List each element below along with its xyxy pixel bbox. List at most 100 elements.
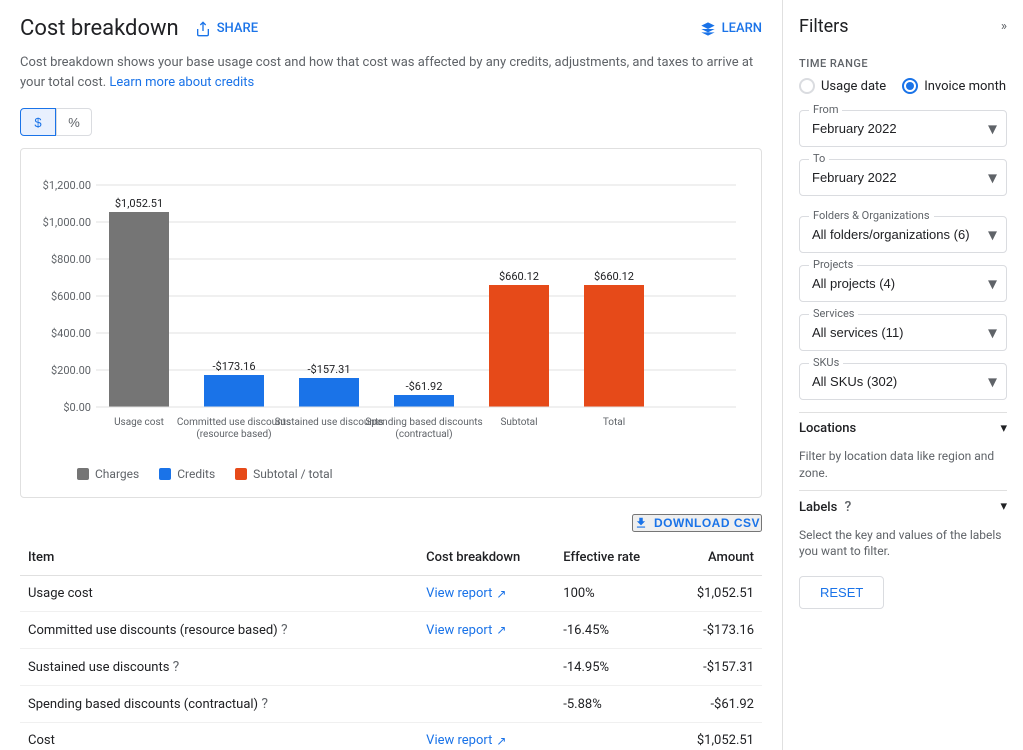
row-cost-breakdown: View report ↗ xyxy=(418,576,555,612)
svg-text:$660.12: $660.12 xyxy=(499,270,539,283)
page-title: Cost breakdown xyxy=(20,16,179,41)
reset-button[interactable]: RESET xyxy=(799,576,884,609)
svg-text:$400.00: $400.00 xyxy=(51,327,91,340)
svg-text:Subtotal: Subtotal xyxy=(500,417,537,428)
row-cost-breakdown: View report ↗ xyxy=(418,723,555,750)
bar-total xyxy=(584,285,644,407)
from-label: From xyxy=(809,103,842,116)
row-effective-rate: 100% xyxy=(555,576,671,612)
labels-section[interactable]: Labels ? ▾ xyxy=(799,490,1007,523)
learn-more-link[interactable]: Learn more about credits xyxy=(109,75,254,90)
locations-description: Filter by location data like region and … xyxy=(799,448,1007,482)
legend-charges-dot xyxy=(77,468,89,480)
invoice-month-option[interactable]: Invoice month xyxy=(902,78,1006,94)
to-select[interactable]: February 2022 xyxy=(799,159,1007,196)
to-label: To xyxy=(809,152,829,165)
filters-title: Filters xyxy=(799,16,849,37)
download-csv-button[interactable]: DOWNLOAD CSV xyxy=(632,514,762,532)
svg-text:$0.00: $0.00 xyxy=(63,401,91,414)
svg-text:(resource based): (resource based) xyxy=(196,428,271,440)
bar-spending xyxy=(394,395,454,407)
percent-toggle[interactable]: % xyxy=(56,108,92,136)
svg-text:Usage cost: Usage cost xyxy=(114,417,164,428)
learn-button[interactable]: LEARN xyxy=(700,21,762,37)
table-row: Committed use discounts (resource based)… xyxy=(20,612,762,649)
filters-panel: Filters » Time range Usage date Invoice … xyxy=(783,0,1023,750)
svg-text:$800.00: $800.00 xyxy=(51,253,91,266)
legend-charges: Charges xyxy=(77,467,139,481)
view-report-link[interactable]: View report ↗ xyxy=(426,733,506,748)
chart-svg: $1,200.00 $1,000.00 $800.00 $600.00 $400… xyxy=(37,165,745,455)
row-amount: -$157.31 xyxy=(671,649,762,686)
usage-date-radio[interactable] xyxy=(799,78,815,94)
share-icon xyxy=(195,21,211,37)
svg-text:-$157.31: -$157.31 xyxy=(307,363,350,376)
svg-text:-$61.92: -$61.92 xyxy=(406,380,443,393)
learn-icon xyxy=(700,21,716,37)
projects-dropdown: Projects All projects (4) ▾ xyxy=(799,265,1007,302)
labels-title: Labels ? xyxy=(799,499,851,515)
view-report-link[interactable]: View report ↗ xyxy=(426,586,506,601)
skus-label: SKUs xyxy=(809,356,843,369)
row-item: Usage cost xyxy=(20,576,418,612)
col-item: Item xyxy=(20,540,418,576)
help-icon[interactable]: ? xyxy=(261,696,268,712)
row-cost-breakdown: View report ↗ xyxy=(418,612,555,649)
chart-legend: Charges Credits Subtotal / total xyxy=(37,467,745,481)
view-report-link[interactable]: View report ↗ xyxy=(426,623,506,638)
cost-chart: $1,200.00 $1,000.00 $800.00 $600.00 $400… xyxy=(20,148,762,498)
row-amount: -$173.16 xyxy=(671,612,762,649)
help-icon[interactable]: ? xyxy=(281,622,288,638)
svg-text:$1,000.00: $1,000.00 xyxy=(43,216,91,229)
row-cost-breakdown xyxy=(418,649,555,686)
bar-subtotal xyxy=(489,285,549,407)
folders-dropdown: Folders & Organizations All folders/orga… xyxy=(799,216,1007,253)
services-label: Services xyxy=(809,307,858,320)
svg-text:Spending based discounts: Spending based discounts xyxy=(365,417,482,428)
legend-subtotal-dot xyxy=(235,468,247,480)
usage-date-option[interactable]: Usage date xyxy=(799,78,886,94)
help-icon[interactable]: ? xyxy=(173,659,180,675)
col-cost-breakdown: Cost breakdown xyxy=(418,540,555,576)
cost-table: Item Cost breakdown Effective rate Amoun… xyxy=(20,540,762,750)
currency-toggle: $ % xyxy=(20,108,762,136)
svg-text:-$173.16: -$173.16 xyxy=(212,360,255,373)
locations-title: Locations xyxy=(799,421,856,436)
svg-text:$200.00: $200.00 xyxy=(51,364,91,377)
skus-dropdown: SKUs All SKUs (302) ▾ xyxy=(799,363,1007,400)
locations-section[interactable]: Locations ▾ xyxy=(799,412,1007,444)
collapse-filters-icon[interactable]: » xyxy=(1001,19,1007,34)
table-row: Usage cost View report ↗ 100% $1,052.51 xyxy=(20,576,762,612)
row-effective-rate: -14.95% xyxy=(555,649,671,686)
svg-text:$1,200.00: $1,200.00 xyxy=(43,179,91,192)
time-range-section: Time range Usage date Invoice month xyxy=(799,57,1007,94)
labels-chevron-icon: ▾ xyxy=(1000,499,1007,514)
labels-help-icon[interactable]: ? xyxy=(845,499,852,515)
row-effective-rate: -16.45% xyxy=(555,612,671,649)
download-icon xyxy=(634,516,648,530)
bar-sustained xyxy=(299,378,359,407)
svg-text:Total: Total xyxy=(603,417,625,428)
row-cost-breakdown xyxy=(418,686,555,723)
row-effective-rate: -5.88% xyxy=(555,686,671,723)
col-effective-rate: Effective rate xyxy=(555,540,671,576)
time-range-radio-group: Usage date Invoice month xyxy=(799,78,1007,94)
invoice-month-radio[interactable] xyxy=(902,78,918,94)
locations-chevron-icon: ▾ xyxy=(1000,421,1007,436)
services-dropdown: Services All services (11) ▾ xyxy=(799,314,1007,351)
from-dropdown: From February 2022 ▾ xyxy=(799,110,1007,147)
table-row: Spending based discounts (contractual) ?… xyxy=(20,686,762,723)
row-item: Sustained use discounts ? xyxy=(20,649,418,686)
share-button[interactable]: SHARE xyxy=(195,21,258,37)
projects-label: Projects xyxy=(809,258,857,271)
row-item: Cost xyxy=(20,723,418,750)
table-row: Sustained use discounts ? -14.95% -$157.… xyxy=(20,649,762,686)
dollar-toggle[interactable]: $ xyxy=(20,108,56,136)
svg-text:$600.00: $600.00 xyxy=(51,290,91,303)
legend-credits: Credits xyxy=(159,467,215,481)
row-item: Spending based discounts (contractual) ? xyxy=(20,686,418,723)
svg-text:(contractual): (contractual) xyxy=(395,428,452,440)
legend-subtotal: Subtotal / total xyxy=(235,467,332,481)
labels-description: Select the key and values of the labels … xyxy=(799,527,1007,561)
row-amount: $1,052.51 xyxy=(671,723,762,750)
